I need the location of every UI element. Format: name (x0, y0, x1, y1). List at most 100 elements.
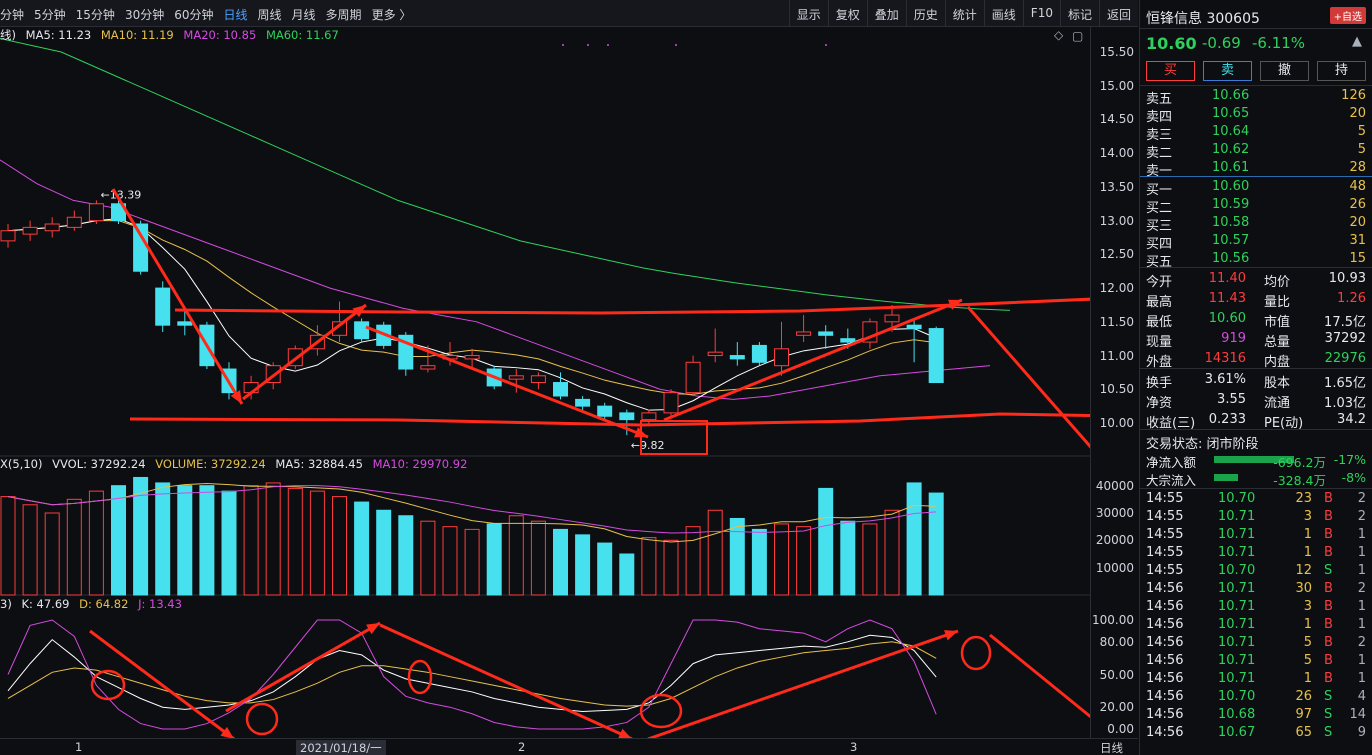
vol-tick-0: 40000 (1095, 478, 1134, 493)
tick-row: 14:56 10.71 1 B 1 (1146, 615, 1366, 633)
tick-volume: 1 (1303, 671, 1312, 686)
tool-button-2[interactable]: 叠加 (866, 0, 906, 27)
k-value: K: 47.69 (21, 597, 70, 611)
tick-time: 14:56 (1146, 725, 1184, 740)
period-tab-1[interactable]: 5分钟 (34, 6, 66, 23)
price-change: -0.69 (1202, 34, 1241, 52)
buy-level-1[interactable]: 买一 10.60 48 (1146, 177, 1366, 198)
positions-button[interactable]: 持 (1317, 61, 1366, 81)
level-volume: 31 (1349, 233, 1366, 248)
kdj-tick-2: 50.00 (1099, 667, 1134, 682)
stat-value: 919 (1221, 331, 1246, 346)
tick-volume: 1 (1303, 527, 1312, 542)
volume-value: VOLUME: 37292.24 (155, 457, 266, 471)
tick-count: 2 (1357, 509, 1366, 524)
tool-button-6[interactable]: F10 (1022, 0, 1060, 27)
marker-dot (562, 44, 564, 46)
kline-chart[interactable]: ◇ ▢ ←13.39 ←9.82 线) MA5: 11.23 MA10: 11.19 … (0, 27, 1138, 755)
volume-bar (553, 528, 568, 596)
volume-bar (751, 528, 767, 596)
flow-pct: -8% (1341, 470, 1366, 485)
tool-button-7[interactable]: 标记 (1059, 0, 1099, 27)
tool-button-4[interactable]: 统计 (944, 0, 984, 27)
candle-body (619, 412, 635, 421)
buy-level-2[interactable]: 买二 10.59 26 (1146, 195, 1366, 216)
tool-button-3[interactable]: 历史 (905, 0, 945, 27)
volume-bar (309, 490, 325, 596)
sell-button[interactable]: 卖 (1203, 61, 1252, 81)
tick-side: B (1324, 491, 1333, 506)
candle-body (177, 321, 193, 326)
tick-time: 14:55 (1146, 545, 1184, 560)
j-value: J: 13.43 (138, 597, 182, 611)
level-price: 10.66 (1212, 88, 1250, 103)
buy-level-3[interactable]: 买三 10.58 20 (1146, 213, 1366, 234)
volume-bar (619, 553, 635, 596)
cancel-order-button[interactable]: 撤 (1260, 61, 1309, 81)
candle-body (508, 375, 524, 380)
tick-time: 14:56 (1146, 581, 1184, 596)
flow-row: 净流入额 -696.2万 -17% (1140, 450, 1372, 470)
sell-level-4[interactable]: 卖二 10.62 5 (1146, 140, 1366, 161)
tick-list[interactable]: 14:55 10.70 23 B 2 14:55 10.71 3 B 2 14:55 10.71 1 B 1… (1140, 489, 1372, 741)
stat-row: 换手 3.61% 股本 1.65亿 (1146, 369, 1366, 391)
tick-count: 1 (1357, 671, 1366, 686)
ma60-value: MA60: 11.67 (265, 28, 339, 42)
volume-bar (177, 485, 193, 596)
tick-row: 14:56 10.71 5 B 2 (1146, 633, 1366, 651)
chart-canvas[interactable]: ◇ ▢←13.39←9.82 (0, 27, 1090, 738)
volume-bar (707, 509, 723, 596)
tick-side: B (1324, 599, 1333, 614)
tick-row: 14:56 10.67 65 S 9 (1146, 723, 1366, 741)
price-tick-3: 14.00 (1099, 146, 1134, 161)
volume-bar (486, 523, 502, 596)
vol-legend-prefix: X(5,10) (0, 457, 43, 471)
add-favorite-button[interactable]: +自选 (1329, 7, 1366, 24)
buy-button[interactable]: 买 (1146, 61, 1195, 81)
sell-level-1[interactable]: 卖五 10.66 126 (1146, 86, 1366, 107)
fund-flow: 净流入额 -696.2万 -17% 大宗流入 -328.4万 -8% (1140, 450, 1372, 488)
period-tab-2[interactable]: 15分钟 (76, 6, 115, 23)
tool-button-0[interactable]: 显示 (788, 0, 828, 27)
sell-level-5[interactable]: 卖一 10.61 28 (1146, 158, 1366, 179)
tool-button-5[interactable]: 画线 (983, 0, 1023, 27)
period-tab-6[interactable]: 周线 (258, 6, 282, 23)
stat-value: 1.26 (1337, 291, 1366, 306)
stat-value: 22976 (1324, 351, 1366, 366)
expand-icon[interactable]: ▲ (1352, 34, 1362, 49)
volume-bar (818, 487, 834, 596)
tool-menu: 显示 复权 叠加 历史 统计 画线 F10 标记 返回 (788, 0, 1138, 27)
candle-body (464, 355, 480, 360)
buy-level-5[interactable]: 买五 10.56 15 (1146, 249, 1366, 270)
tick-time: 14:55 (1146, 509, 1184, 524)
candle-body (906, 324, 922, 330)
price-tick-10: 10.50 (1099, 382, 1134, 397)
stat-label: 收益(三) (1146, 416, 1196, 431)
volume-bar (641, 537, 657, 596)
tool-button-1[interactable]: 复权 (827, 0, 867, 27)
sell-level-2[interactable]: 卖四 10.65 20 (1146, 104, 1366, 125)
tick-time: 14:56 (1146, 707, 1184, 722)
tick-side: S (1324, 563, 1333, 578)
flow-label: 大宗流入 (1146, 473, 1197, 488)
ma60-line (0, 38, 1011, 311)
candle-body (575, 398, 591, 407)
volume-bar (928, 492, 944, 596)
period-tab-7[interactable]: 月线 (292, 6, 316, 23)
period-tab-8[interactable]: 多周期 (326, 6, 362, 23)
volume-bar (111, 485, 126, 596)
period-tab-4[interactable]: 60分钟 (174, 6, 213, 23)
trade-status: 交易状态: 闭市阶段 (1140, 430, 1372, 452)
volume-bar (774, 523, 789, 596)
tool-button-8[interactable]: 返回 (1098, 0, 1138, 27)
tick-price: 10.67 (1218, 725, 1256, 740)
period-tab-5[interactable]: 日线 (224, 6, 248, 23)
buy-level-4[interactable]: 买四 10.57 31 (1146, 231, 1366, 252)
tick-time: 14:56 (1146, 599, 1184, 614)
period-tab-9[interactable]: 更多 〉 (372, 6, 412, 23)
sell-level-3[interactable]: 卖三 10.64 5 (1146, 122, 1366, 143)
period-tab-3[interactable]: 30分钟 (125, 6, 164, 23)
tick-row: 14:56 10.71 5 B 1 (1146, 651, 1366, 669)
period-tab-0[interactable]: 分钟 (0, 6, 24, 23)
ma5-value: MA5: 11.23 (25, 28, 92, 42)
